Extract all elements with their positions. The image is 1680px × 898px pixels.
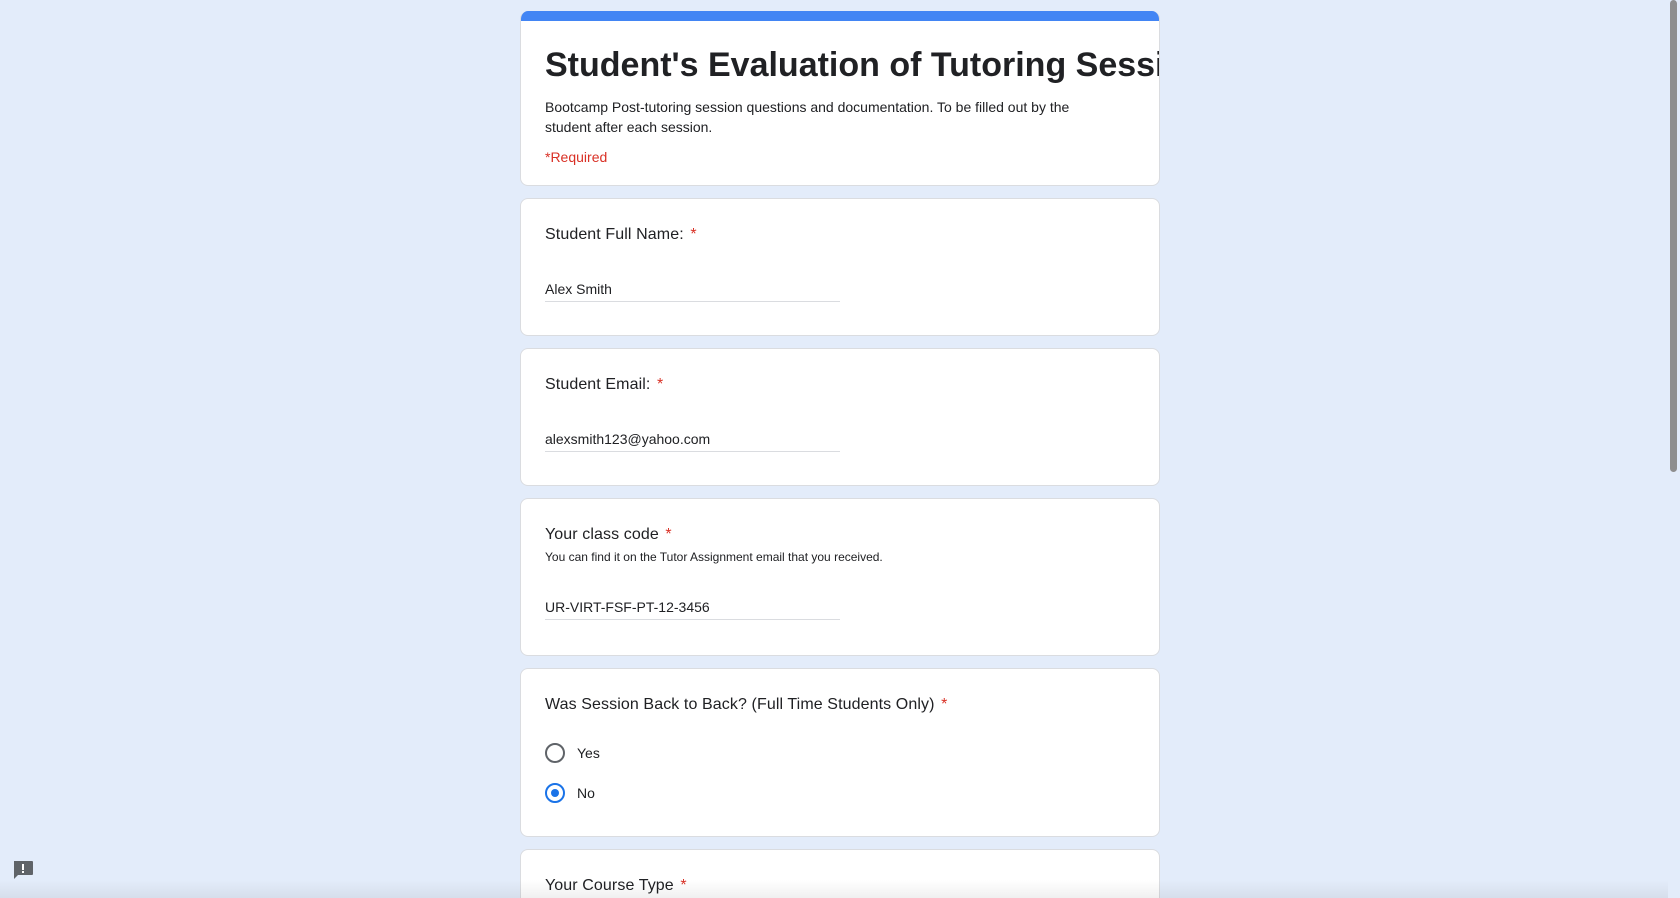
question-title: Was Session Back to Back? (Full Time Stu… bbox=[545, 693, 1135, 717]
required-asterisk: * bbox=[665, 526, 672, 543]
required-asterisk: * bbox=[941, 696, 948, 713]
question-title-text: Student Email: bbox=[545, 376, 651, 393]
question-help-text: You can find it on the Tutor Assignment … bbox=[545, 550, 883, 564]
question-title-text: Was Session Back to Back? (Full Time Stu… bbox=[545, 696, 935, 713]
required-asterisk: * bbox=[690, 226, 697, 243]
scrollbar[interactable] bbox=[1668, 0, 1680, 898]
radio-button-yes[interactable] bbox=[545, 743, 565, 763]
question-title: Your Course Type * bbox=[545, 874, 1135, 898]
question-title: Your class code * bbox=[545, 523, 1135, 547]
radio-label-no: No bbox=[577, 785, 595, 801]
question-full-name: Student Full Name: * bbox=[520, 198, 1160, 336]
question-class-code: Your class code * You can find it on the… bbox=[520, 498, 1160, 656]
scrollbar-thumb[interactable] bbox=[1670, 0, 1677, 472]
radio-option-yes[interactable]: Yes bbox=[545, 733, 1135, 773]
question-title: Student Full Name: * bbox=[545, 223, 1135, 247]
question-title-text: Your class code bbox=[545, 526, 659, 543]
required-asterisk: * bbox=[657, 376, 664, 393]
email-input[interactable] bbox=[545, 427, 840, 452]
question-course-type: Your Course Type * bbox=[520, 849, 1160, 898]
form-header-card: Student's Evaluation of Tutoring Session… bbox=[520, 11, 1160, 186]
class-code-input[interactable] bbox=[545, 595, 840, 620]
question-back-to-back: Was Session Back to Back? (Full Time Stu… bbox=[520, 668, 1160, 837]
form-title: Student's Evaluation of Tutoring Session… bbox=[545, 46, 1160, 84]
required-note: *Required bbox=[545, 149, 608, 165]
form-column: Student's Evaluation of Tutoring Session… bbox=[520, 11, 1160, 898]
form-page: Student's Evaluation of Tutoring Session… bbox=[0, 0, 1680, 898]
header-accent-bar bbox=[521, 11, 1159, 21]
report-issue-icon[interactable] bbox=[12, 860, 34, 880]
question-email: Student Email: * bbox=[520, 348, 1160, 486]
radio-button-no[interactable] bbox=[545, 783, 565, 803]
question-title: Student Email: * bbox=[545, 373, 1135, 397]
radio-group: Yes No bbox=[545, 733, 1135, 813]
radio-label-yes: Yes bbox=[577, 745, 600, 761]
question-title-text: Student Full Name: bbox=[545, 226, 684, 243]
question-title-text: Your Course Type bbox=[545, 877, 674, 894]
radio-option-no[interactable]: No bbox=[545, 773, 1135, 813]
full-name-input[interactable] bbox=[545, 277, 840, 302]
required-asterisk: * bbox=[680, 877, 687, 894]
form-description: Bootcamp Post-tutoring session questions… bbox=[545, 99, 1070, 135]
